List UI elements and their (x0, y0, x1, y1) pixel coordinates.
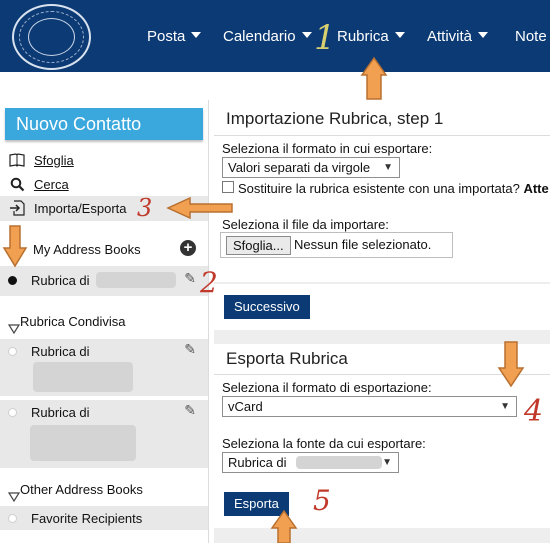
caret-down-icon (191, 32, 202, 38)
top-navigation-bar: Posta Calendario Rubrica Attività Note (0, 0, 550, 72)
sidebar-link-importa-esporta[interactable]: Importa/Esporta (8, 198, 127, 218)
import-file-label: Seleziona il file da importare: (222, 217, 389, 232)
browse-file-button[interactable]: Sfoglia... (226, 236, 291, 255)
export-source-label: Seleziona la fonte da cui esportare: (222, 436, 426, 451)
replace-label: Sostituire la rubrica esistente con una … (238, 181, 549, 196)
nav-posta[interactable]: Posta (147, 28, 202, 45)
redacted-name (296, 456, 383, 469)
chevron-down-icon: ▼ (382, 457, 392, 468)
caret-down-icon (478, 32, 489, 38)
sidebar-link-sfoglia[interactable]: Sfoglia (8, 150, 74, 170)
import-format-select[interactable]: Valori separati da virgole ▼ (222, 157, 400, 178)
export-title: Esporta Rubrica (226, 349, 348, 368)
next-button[interactable]: Successivo (224, 295, 310, 319)
import-actions: Successivo (214, 284, 550, 330)
shared-book-item-1[interactable]: Rubrica di (8, 344, 90, 359)
caret-down-icon (301, 32, 312, 38)
main-content: Importazione Rubrica, step 1 Seleziona i… (214, 100, 550, 543)
import-format-label: Seleziona il formato in cui esportare: (222, 141, 433, 156)
replace-checkbox[interactable] (222, 181, 234, 193)
export-format-select[interactable]: vCard ▼ (222, 396, 517, 417)
edit-pencil-icon[interactable]: ✎ (184, 402, 196, 419)
export-source-select[interactable]: Rubrica di ▼ (222, 452, 399, 473)
file-status: Nessun file selezionato. (294, 237, 432, 252)
edit-pencil-icon[interactable]: ✎ (184, 270, 196, 287)
shared-book-item-2[interactable]: Rubrica di (8, 405, 90, 420)
annotation-number: 2 (200, 266, 218, 299)
new-contact-button[interactable]: Nuovo Contatto (5, 108, 203, 140)
annotation-number: 1 (314, 18, 336, 58)
radio-icon (8, 514, 17, 523)
favorite-recipients-item[interactable]: Favorite Recipients (8, 511, 142, 526)
caret-down-icon (394, 32, 405, 38)
radio-icon (8, 347, 17, 356)
nav-calendario[interactable]: Calendario (223, 28, 312, 45)
sidebar-link-cerca[interactable]: Cerca (8, 174, 69, 194)
import-export-icon (8, 200, 26, 216)
redacted-name (33, 362, 133, 392)
other-address-books-header: Other Address Books (7, 482, 143, 502)
export-format-label: Seleziona il formato di esportazione: (222, 380, 432, 395)
redacted-name (30, 425, 136, 461)
nav-note[interactable]: Note (515, 28, 547, 45)
annotation-number: 3 (137, 194, 153, 222)
export-panel: Esporta Rubrica Seleziona il formato di … (214, 344, 550, 528)
add-address-book-icon[interactable]: + (180, 240, 196, 256)
my-address-book-item[interactable]: Rubrica di (8, 272, 176, 288)
search-icon (8, 177, 26, 192)
book-icon (8, 153, 26, 167)
my-address-books-header: My Address Books (33, 242, 141, 257)
nav-attivita[interactable]: Attività (427, 28, 489, 45)
collapse-triangle-icon (7, 491, 21, 502)
edit-pencil-icon[interactable]: ✎ (184, 341, 196, 358)
radio-icon (8, 408, 17, 417)
sidebar: Nuovo Contatto Sfoglia Cerca Importa/Esp… (0, 100, 209, 543)
collapse-triangle-icon (7, 323, 21, 334)
file-picker: Sfoglia... Nessun file selezionato. (220, 232, 453, 258)
annotation-number: 4 (524, 394, 544, 429)
selected-radio-icon (8, 275, 17, 285)
export-button[interactable]: Esporta (224, 492, 289, 516)
redacted-name (95, 272, 176, 288)
chevron-down-icon: ▼ (383, 162, 393, 173)
university-logo (12, 4, 91, 70)
annotation-number: 5 (313, 484, 331, 517)
chevron-down-icon: ▼ (500, 401, 510, 412)
nav-rubrica[interactable]: Rubrica (337, 28, 405, 45)
import-title: Importazione Rubrica, step 1 (226, 109, 444, 128)
import-panel: Importazione Rubrica, step 1 Seleziona i… (214, 100, 550, 282)
shared-address-books-header: Rubrica Condivisa (7, 314, 126, 334)
